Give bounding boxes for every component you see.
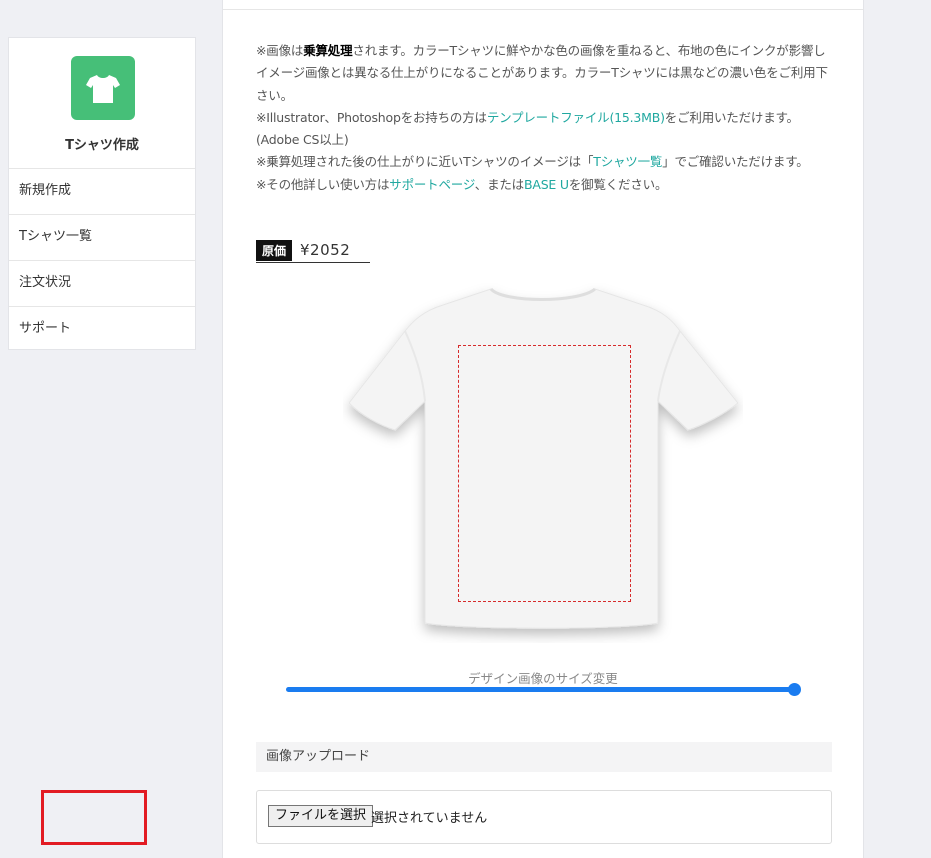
notes: ※画像は乗算処理されます。カラーTシャツに鮮やかな色の画像を重ねると、布地の色に…: [256, 40, 834, 196]
sidebar-item-order-status[interactable]: 注文状況: [9, 261, 195, 307]
file-input[interactable]: ファイルを選択 選択されていません: [256, 790, 832, 844]
price-value: ¥2052: [300, 241, 351, 259]
multiply-bold: 乗算処理: [303, 43, 353, 58]
tshirt-icon: [71, 56, 135, 120]
print-area[interactable]: [458, 345, 631, 602]
main-panel: ※画像は乗算処理されます。カラーTシャツに鮮やかな色の画像を重ねると、布地の色に…: [222, 0, 864, 858]
highlight-box: [41, 790, 147, 845]
upload-section-title: 画像アップロード: [256, 742, 832, 772]
support-page-link[interactable]: サポートページ: [389, 177, 475, 192]
sidebar: Tシャツ作成 新規作成 Tシャツ一覧 注文状況 サポート: [8, 37, 196, 350]
price-label: 原価: [256, 239, 293, 261]
sidebar-item-tshirt-list[interactable]: Tシャツ一覧: [9, 215, 195, 261]
note-tshirt-list: ※乗算処理された後の仕上がりに近いTシャツのイメージは「Tシャツ一覧」でご確認い…: [256, 154, 809, 170]
brand: Tシャツ作成: [9, 38, 195, 169]
note-multiply: ※画像は乗算処理されます。カラーTシャツに鮮やかな色の画像を重ねると、布地の色に…: [256, 43, 828, 103]
base-u-link[interactable]: BASE U: [524, 177, 569, 192]
note-template: ※Illustrator、Photoshopをお持ちの方はテンプレートファイル(…: [256, 109, 799, 148]
tshirt-list-link[interactable]: Tシャツ一覧: [593, 154, 662, 169]
choose-file-button[interactable]: ファイルを選択: [268, 805, 374, 827]
size-slider-handle[interactable]: [788, 683, 801, 696]
template-file-link[interactable]: テンプレートファイル(15.3MB): [487, 110, 665, 125]
file-status: 選択されていません: [371, 811, 488, 826]
divider: [223, 9, 863, 10]
size-slider-track[interactable]: [286, 687, 794, 692]
sidebar-item-support[interactable]: サポート: [9, 307, 195, 353]
note-support: ※その他詳しい使い方はサポートページ、またはBASE Uを御覧ください。: [256, 176, 668, 192]
sidebar-item-new[interactable]: 新規作成: [9, 169, 195, 215]
slider-label: デザイン画像のサイズ変更: [468, 671, 618, 686]
cost-price: 原価 ¥2052: [256, 238, 370, 263]
brand-title: Tシャツ作成: [65, 138, 139, 153]
